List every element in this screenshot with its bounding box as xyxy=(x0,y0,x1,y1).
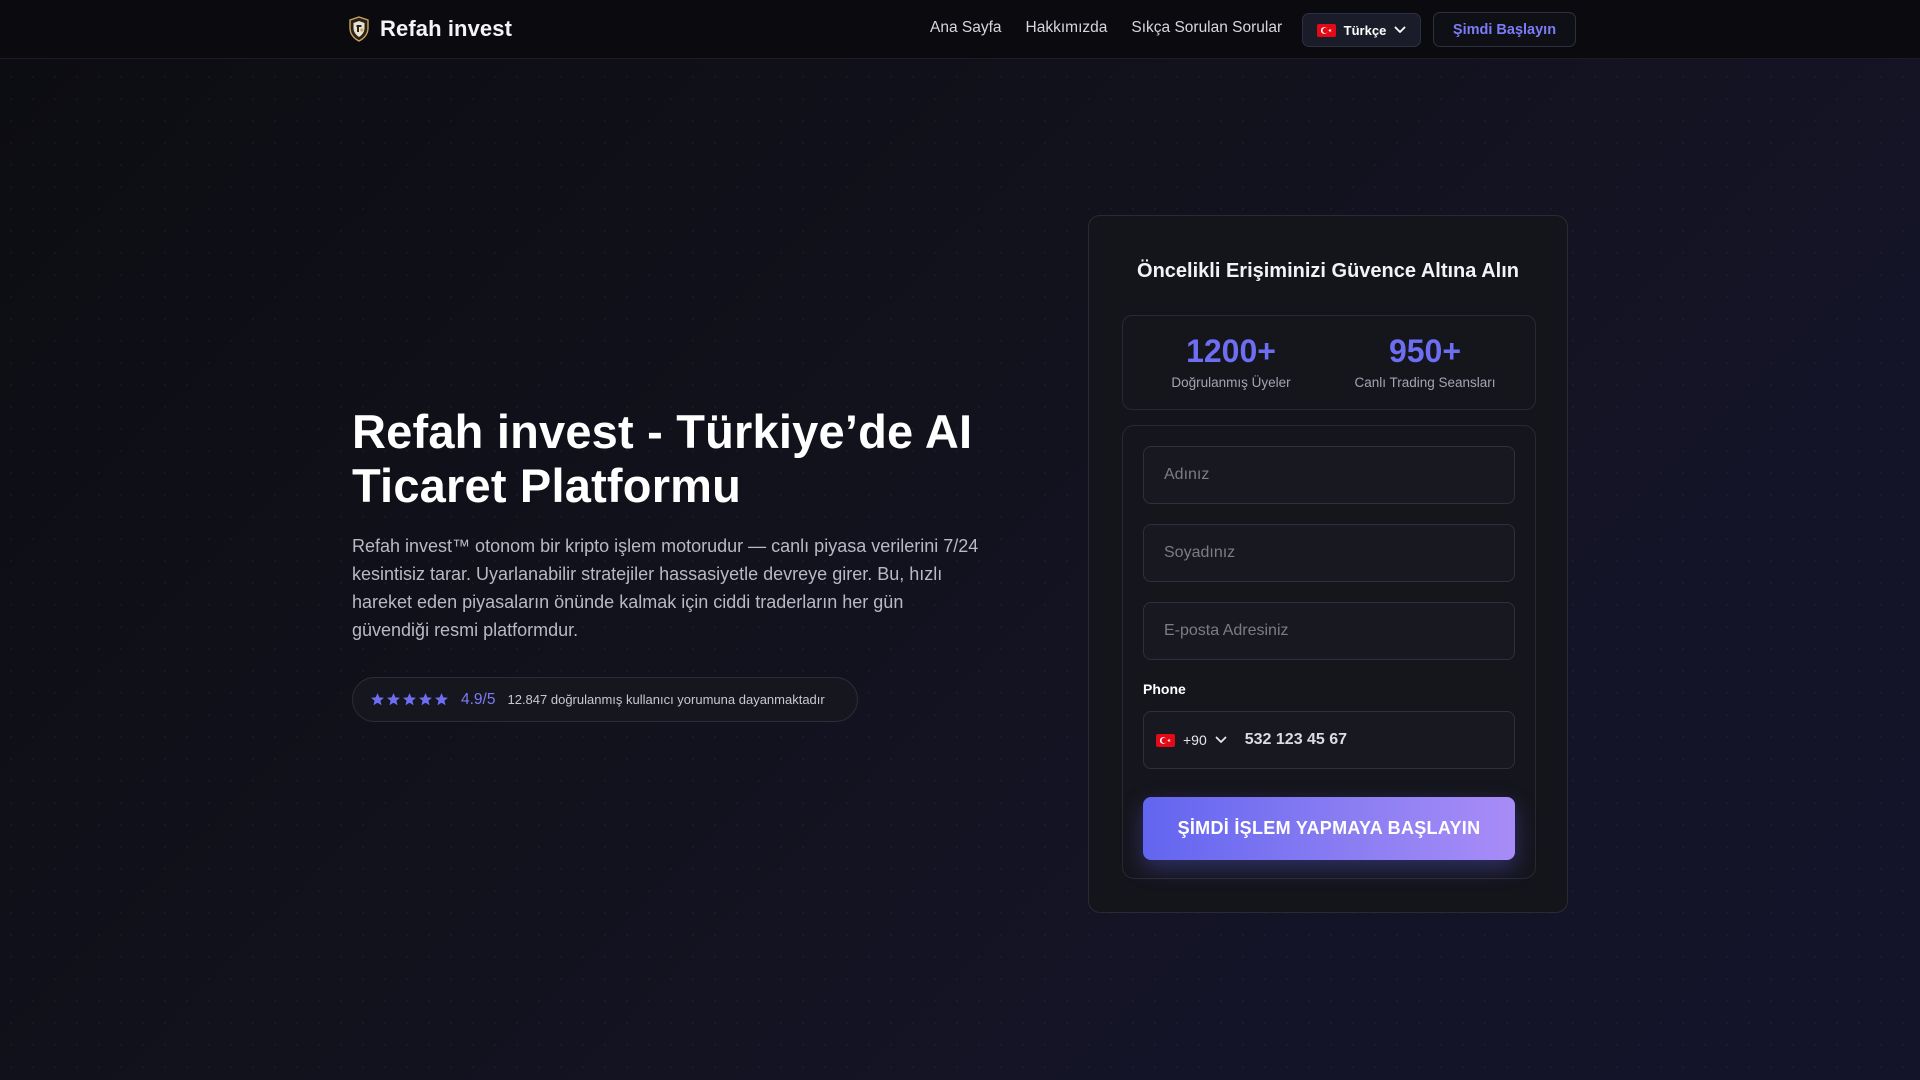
phone-input[interactable] xyxy=(1226,712,1514,768)
rating-stars xyxy=(370,692,449,707)
chevron-down-icon xyxy=(1394,26,1406,33)
rating-score: 4.9/5 xyxy=(461,690,496,708)
phone-field-group: +90 xyxy=(1143,711,1515,769)
brand-name: Refah invest xyxy=(380,16,513,41)
start-now-button[interactable]: Şimdi Başlayın xyxy=(1433,12,1576,47)
star-icon xyxy=(371,693,384,706)
stats-panel: 1200+ Doğrulanmış Üyeler 950+ Canlı Trad… xyxy=(1122,315,1536,410)
signup-form: Phone +90 ŞİMDİ İŞLEM YAPMAYA BAŞLAYIN xyxy=(1122,425,1536,879)
star-icon xyxy=(403,693,416,706)
nav-link-home[interactable]: Ana Sayfa xyxy=(930,19,1002,37)
hero-title: Refah invest - Türkiye’de AI Ticaret Pla… xyxy=(352,405,973,512)
brand[interactable]: Refah invest xyxy=(348,14,512,44)
stat-value: 950+ xyxy=(1388,333,1462,369)
language-selector[interactable]: Türkçe xyxy=(1302,13,1421,47)
turkey-flag-icon xyxy=(1156,733,1175,747)
stat-value: 1200+ xyxy=(1186,333,1276,369)
main-nav: Ana Sayfa Hakkımızda Sıkça Sorulan Sorul… xyxy=(930,19,1282,37)
nav-link-about[interactable]: Hakkımızda xyxy=(1026,19,1108,37)
chevron-down-icon xyxy=(1215,736,1227,743)
site-header: Refah invest Ana Sayfa Hakkımızda Sıkça … xyxy=(0,0,1920,59)
start-trading-button[interactable]: ŞİMDİ İŞLEM YAPMAYA BAŞLAYIN xyxy=(1143,797,1515,860)
country-code-selector[interactable]: +90 xyxy=(1144,712,1227,768)
stat-label: Doğrulanmış Üyeler xyxy=(1171,375,1291,390)
hero-description: Refah invest™ otonom bir kripto işlem mo… xyxy=(352,536,979,640)
star-icon xyxy=(387,693,400,706)
star-icon xyxy=(419,693,432,706)
phone-label: Phone xyxy=(1143,681,1186,697)
first-name-field[interactable] xyxy=(1143,446,1515,504)
rating-text: 12.847 doğrulanmış kullanıcı yorumuna da… xyxy=(507,692,825,707)
signup-card: Öncelikli Erişiminizi Güvence Altına Alı… xyxy=(1088,215,1568,913)
rating-badge: 4.9/5 12.847 doğrulanmış kullanıcı yorum… xyxy=(352,677,858,722)
last-name-field[interactable] xyxy=(1143,524,1515,582)
nav-link-faq[interactable]: Sıkça Sorulan Sorular xyxy=(1131,19,1282,37)
language-label: Türkçe xyxy=(1343,22,1387,38)
email-field[interactable] xyxy=(1143,602,1515,660)
star-icon xyxy=(435,693,448,706)
stat-members: 1200+ Doğrulanmış Üyeler xyxy=(1131,332,1331,390)
stat-sessions: 950+ Canlı Trading Seansları xyxy=(1325,332,1525,390)
turkey-flag-icon xyxy=(1316,23,1336,37)
signup-title: Öncelikli Erişiminizi Güvence Altına Alı… xyxy=(1137,260,1519,282)
stat-label: Canlı Trading Seansları xyxy=(1354,375,1496,390)
country-code: +90 xyxy=(1183,732,1207,748)
brand-logo-icon xyxy=(349,16,369,42)
